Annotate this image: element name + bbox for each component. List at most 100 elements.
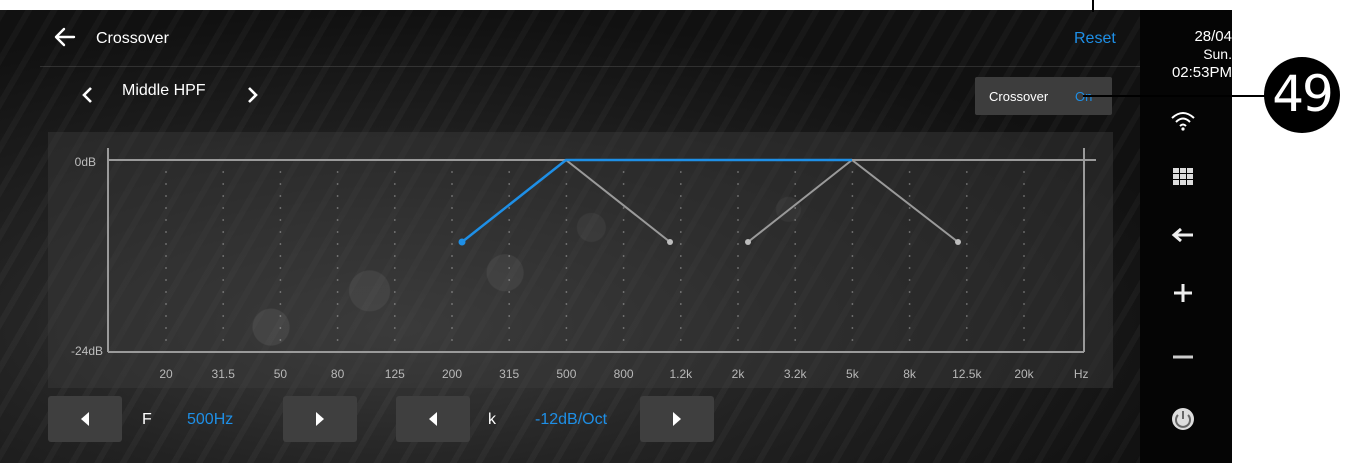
grid-dot xyxy=(622,291,625,293)
grid-dot xyxy=(679,327,682,329)
grid-dot xyxy=(622,183,625,185)
frequency-tick-label: 20k xyxy=(1014,367,1034,381)
frequency-tick-label: 20 xyxy=(159,367,173,381)
grid-dot xyxy=(393,171,396,173)
grid-dot xyxy=(393,327,396,329)
grid-dot xyxy=(279,183,282,185)
grid-dot xyxy=(622,327,625,329)
grid-dot xyxy=(336,231,339,233)
grid-dot xyxy=(679,267,682,269)
grid-dot xyxy=(565,183,568,185)
grid-dot xyxy=(336,291,339,293)
frequency-tick-label: 1.2k xyxy=(669,367,693,381)
grid-dot xyxy=(508,303,511,305)
grid-dot xyxy=(679,315,682,317)
grid-dot xyxy=(794,267,797,269)
grid-dot xyxy=(679,171,682,173)
grid-dot xyxy=(737,315,739,317)
grid-dot xyxy=(222,231,225,233)
grid-dot xyxy=(679,195,682,197)
slope-label: k xyxy=(488,411,496,428)
grid-dot xyxy=(336,267,339,269)
grid-dot xyxy=(794,231,797,233)
grid-dot xyxy=(222,291,225,293)
grid-dot xyxy=(908,207,911,209)
grid-dot xyxy=(622,255,625,257)
grid-dot xyxy=(393,339,396,341)
prev-filter-button[interactable] xyxy=(78,82,98,108)
curve-handle[interactable] xyxy=(955,239,961,245)
grid-dot xyxy=(222,219,225,221)
page-title: Crossover xyxy=(96,30,169,47)
volume-up-icon[interactable] xyxy=(1168,278,1198,308)
grid-dot xyxy=(508,231,511,233)
grid-dot xyxy=(794,255,797,257)
return-icon[interactable] xyxy=(1168,220,1198,250)
curve-handle[interactable] xyxy=(745,239,751,245)
grid-dot xyxy=(451,183,453,185)
curve-handle[interactable] xyxy=(667,239,673,245)
grid-dot xyxy=(279,255,282,257)
grid-dot xyxy=(622,243,625,245)
grid-dot xyxy=(336,243,339,245)
grid-dot xyxy=(737,255,739,257)
grid-dot xyxy=(451,339,453,341)
freq-increase-button[interactable] xyxy=(283,396,357,442)
crossover-graph[interactable]: 0dB -24dB 20 31.5 50 80 125 200 315 500 800 1.2k 2… xyxy=(48,132,1113,388)
grid-dot xyxy=(336,339,339,341)
grid-dot xyxy=(908,339,911,341)
grid-dot xyxy=(451,171,453,173)
grid-dot xyxy=(1023,243,1025,245)
grid-dot xyxy=(851,219,854,221)
grid-dot xyxy=(165,303,167,305)
grid-dot xyxy=(679,339,682,341)
grid-dot xyxy=(565,195,568,197)
grid-dot xyxy=(565,171,568,173)
grid-dot xyxy=(565,327,568,329)
grid-dot xyxy=(165,279,167,281)
grid-dot xyxy=(393,315,396,317)
grid-dot xyxy=(851,183,854,185)
grid-dot xyxy=(565,291,568,293)
grid-dot xyxy=(565,315,568,317)
freq-decrease-button[interactable] xyxy=(48,396,122,442)
annotation-leader xyxy=(1083,95,1268,97)
grid-dot xyxy=(165,231,167,233)
grid-dot xyxy=(393,231,396,233)
grid-dot xyxy=(222,183,225,185)
back-button[interactable] xyxy=(52,24,78,50)
grid-dot xyxy=(279,291,282,293)
grid-dot xyxy=(1023,303,1025,305)
grid-dot xyxy=(851,255,854,257)
grid-dot xyxy=(1023,231,1025,233)
wifi-icon xyxy=(1171,112,1195,131)
power-icon[interactable] xyxy=(1168,404,1198,434)
grid-dot xyxy=(1023,171,1025,173)
active-curve-handle[interactable] xyxy=(458,238,466,246)
grid-dot xyxy=(794,303,797,305)
grid-dot xyxy=(1023,195,1025,197)
grid-dot xyxy=(336,315,339,317)
grid-dot xyxy=(508,183,511,185)
next-filter-button[interactable] xyxy=(242,82,262,108)
active-hpf-curve xyxy=(461,158,852,243)
grid-dot xyxy=(222,243,225,245)
apps-grid-icon[interactable] xyxy=(1168,162,1198,192)
grid-dot xyxy=(508,291,511,293)
grid-dot xyxy=(737,267,739,269)
frequency-tick-label: 200 xyxy=(442,367,462,381)
frequency-tick-label: 31.5 xyxy=(212,367,236,381)
reset-button[interactable]: Reset xyxy=(1074,30,1116,48)
grid-dot xyxy=(1023,327,1025,329)
grid-dot xyxy=(336,207,339,209)
volume-down-icon[interactable] xyxy=(1168,342,1198,372)
db-bottom-label: -24dB xyxy=(71,344,103,358)
slope-decrease-button[interactable] xyxy=(396,396,470,442)
grid-dot xyxy=(622,219,625,221)
grid-dot xyxy=(565,231,568,233)
grid-dot xyxy=(393,303,396,305)
grid-dot xyxy=(679,183,682,185)
grid-dot xyxy=(1023,267,1025,269)
slope-increase-button[interactable] xyxy=(640,396,714,442)
grid-dot xyxy=(508,207,511,209)
